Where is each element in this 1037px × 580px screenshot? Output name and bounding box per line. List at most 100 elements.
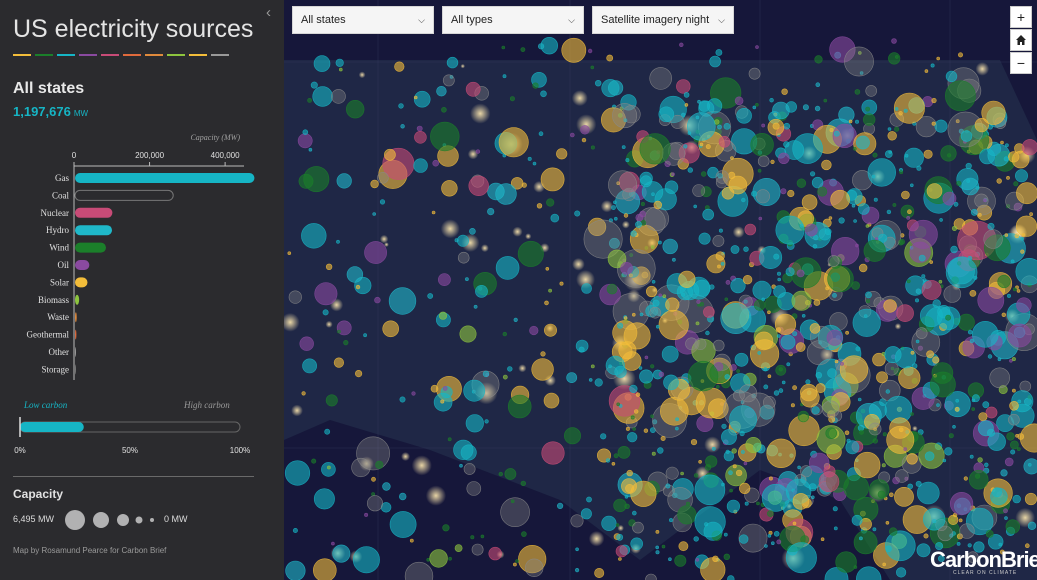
plant-marker[interactable] — [668, 557, 672, 562]
plant-marker[interactable] — [943, 285, 962, 303]
plant-marker[interactable] — [785, 267, 795, 277]
plant-marker[interactable] — [717, 124, 722, 130]
plant-marker[interactable] — [969, 289, 977, 297]
plant-marker[interactable] — [649, 67, 673, 90]
plant-marker[interactable] — [871, 174, 876, 179]
plant-marker[interactable] — [578, 346, 585, 353]
plant-marker[interactable] — [792, 521, 797, 526]
plant-marker[interactable] — [413, 90, 431, 108]
plant-marker[interactable] — [676, 79, 691, 94]
plant-marker[interactable] — [814, 55, 823, 64]
plant-marker[interactable] — [690, 439, 698, 446]
plant-marker[interactable] — [857, 203, 870, 215]
plant-marker[interactable] — [480, 534, 485, 539]
plant-marker[interactable] — [325, 263, 333, 270]
plant-marker[interactable] — [802, 104, 809, 111]
plant-marker[interactable] — [482, 370, 490, 378]
plant-marker[interactable] — [292, 527, 298, 533]
bar-waste[interactable] — [75, 312, 77, 323]
plant-marker[interactable] — [313, 558, 337, 580]
plant-marker[interactable] — [859, 536, 863, 541]
plant-marker[interactable] — [1005, 519, 1020, 534]
plant-marker[interactable] — [685, 501, 690, 506]
plant-marker[interactable] — [465, 81, 481, 97]
plant-marker[interactable] — [977, 457, 983, 463]
plant-marker[interactable] — [931, 121, 936, 126]
plant-marker[interactable] — [755, 189, 770, 204]
plant-marker[interactable] — [540, 37, 558, 55]
plant-marker[interactable] — [674, 554, 687, 567]
plant-marker[interactable] — [1016, 447, 1021, 452]
plant-marker[interactable] — [730, 245, 740, 254]
plant-marker[interactable] — [685, 337, 698, 351]
plant-marker[interactable] — [827, 368, 837, 378]
plant-marker[interactable] — [916, 543, 931, 558]
plant-marker[interactable] — [651, 279, 656, 284]
plant-marker[interactable] — [736, 108, 752, 124]
plant-marker[interactable] — [775, 215, 805, 245]
plant-marker[interactable] — [351, 457, 371, 478]
plant-marker[interactable] — [699, 301, 705, 307]
plant-marker[interactable] — [1004, 233, 1009, 237]
plant-marker[interactable] — [818, 228, 831, 241]
plant-marker[interactable] — [867, 158, 896, 187]
plant-marker[interactable] — [767, 533, 772, 538]
plant-marker[interactable] — [658, 293, 663, 298]
plant-marker[interactable] — [468, 175, 489, 197]
plant-marker[interactable] — [693, 536, 699, 542]
plant-marker[interactable] — [651, 192, 655, 196]
plant-marker[interactable] — [910, 350, 915, 355]
plant-marker[interactable] — [413, 158, 428, 173]
plant-marker[interactable] — [695, 387, 727, 419]
plant-marker[interactable] — [715, 170, 729, 184]
plant-marker[interactable] — [371, 476, 376, 482]
plant-marker[interactable] — [613, 216, 618, 221]
plant-marker[interactable] — [693, 279, 711, 297]
plant-marker[interactable] — [645, 285, 658, 298]
plant-marker[interactable] — [776, 334, 781, 338]
plant-marker[interactable] — [698, 459, 702, 464]
plant-marker[interactable] — [624, 494, 629, 499]
plant-marker[interactable] — [767, 374, 772, 379]
plant-marker[interactable] — [426, 557, 431, 562]
plant-marker[interactable] — [470, 535, 475, 540]
plant-marker[interactable] — [527, 156, 532, 161]
plant-marker[interactable] — [1004, 516, 1008, 520]
plant-marker[interactable] — [1006, 175, 1010, 180]
plant-marker[interactable] — [1008, 413, 1020, 426]
plant-marker[interactable] — [586, 496, 592, 503]
plant-marker[interactable] — [366, 495, 383, 512]
plant-marker[interactable] — [382, 482, 391, 491]
plant-marker[interactable] — [436, 85, 447, 97]
plant-marker[interactable] — [580, 125, 590, 135]
plant-marker[interactable] — [853, 219, 857, 223]
plant-marker[interactable] — [832, 506, 838, 512]
plant-marker[interactable] — [665, 466, 679, 480]
plant-marker[interactable] — [862, 113, 876, 126]
plant-marker[interactable] — [729, 488, 733, 493]
plant-marker[interactable] — [700, 557, 726, 580]
plant-marker[interactable] — [383, 148, 396, 161]
plant-marker[interactable] — [797, 410, 810, 423]
plant-marker[interactable] — [909, 183, 914, 188]
plant-marker[interactable] — [725, 464, 747, 487]
plant-marker[interactable] — [844, 430, 850, 436]
plant-marker[interactable] — [655, 530, 660, 534]
plant-marker[interactable] — [650, 414, 654, 419]
plant-marker[interactable] — [865, 291, 872, 299]
plant-marker[interactable] — [613, 453, 619, 459]
plant-marker[interactable] — [429, 549, 448, 568]
plant-marker[interactable] — [1021, 233, 1026, 237]
plant-marker[interactable] — [865, 224, 870, 228]
plant-marker[interactable] — [728, 470, 733, 476]
plant-marker[interactable] — [971, 320, 999, 348]
plant-marker[interactable] — [901, 190, 910, 200]
plant-marker[interactable] — [974, 117, 989, 133]
plant-marker[interactable] — [915, 339, 920, 344]
plant-marker[interactable] — [1012, 287, 1017, 292]
plant-marker[interactable] — [675, 426, 679, 431]
plant-marker[interactable] — [772, 101, 790, 120]
plant-marker[interactable] — [843, 474, 870, 501]
plant-marker[interactable] — [495, 256, 520, 280]
plant-marker[interactable] — [561, 37, 587, 63]
